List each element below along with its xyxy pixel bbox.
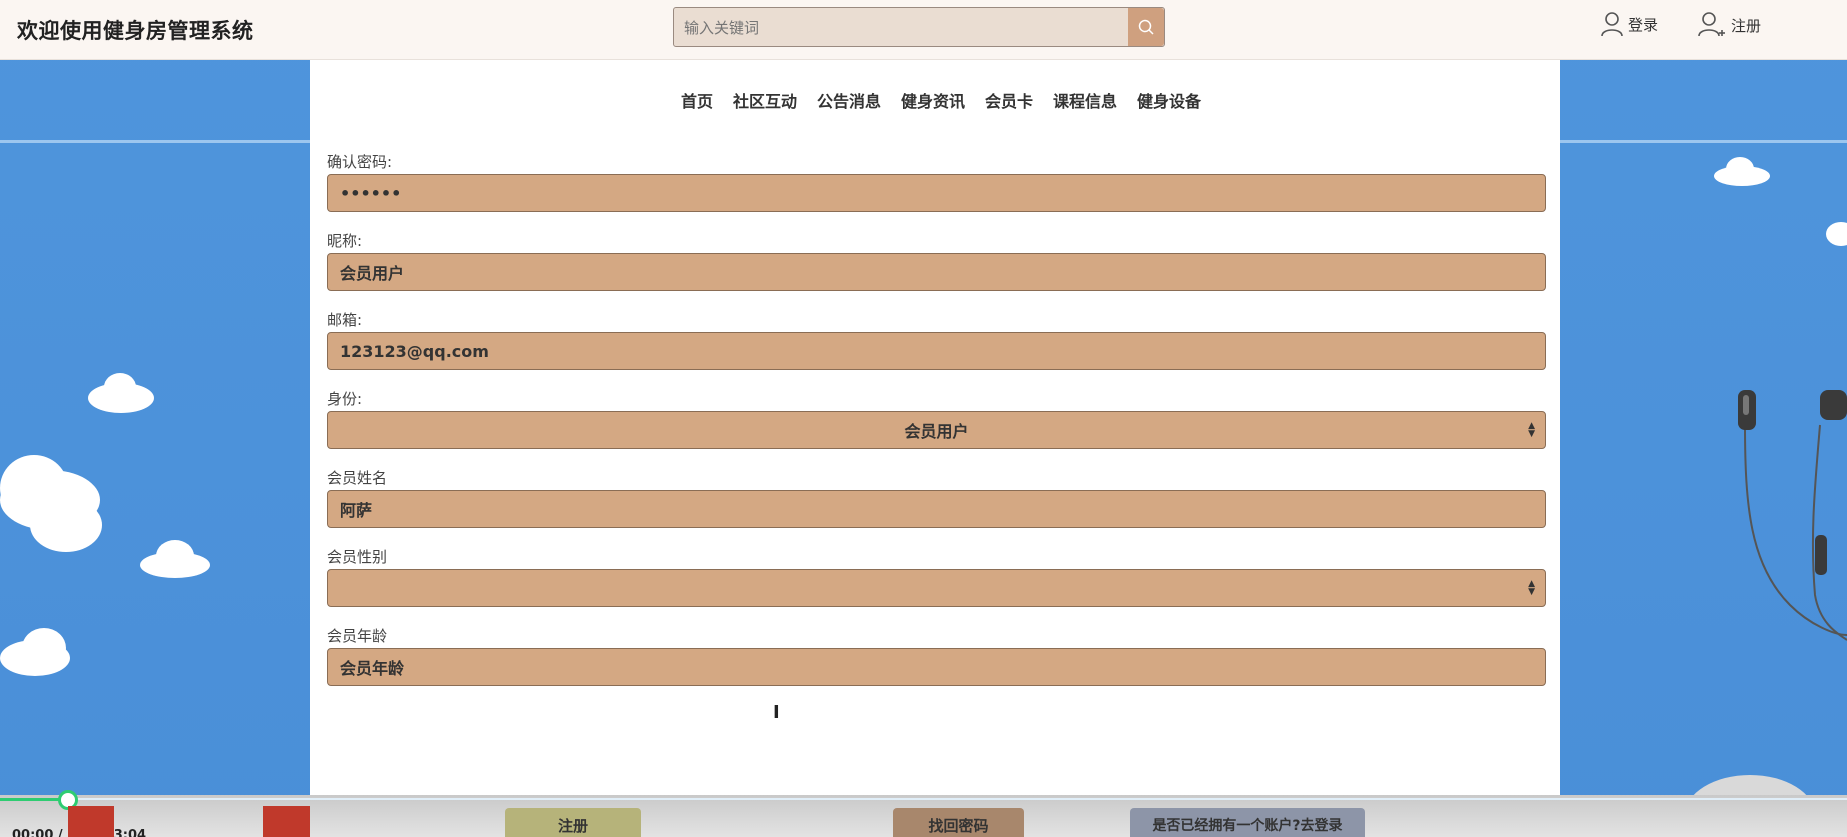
nickname-input[interactable]: 会员用户 [327,253,1546,291]
field-label: 邮箱: [327,311,363,329]
nav-item-courses[interactable]: 课程信息 [1053,88,1117,112]
nav-item-announcements[interactable]: 公告消息 [817,88,881,112]
earbuds-image [1738,390,1847,641]
member-gender-select[interactable]: ▲ ▼ [327,569,1546,607]
member-age-field: 会员年龄 会员年龄 [327,624,1546,686]
red-block [68,806,114,837]
cloud [22,628,66,668]
field-label: 会员年龄 [327,627,388,645]
nav-item-community[interactable]: 社区互动 [733,88,797,112]
top-header: 欢迎使用健身房管理系统 登录 注册 [0,0,1847,60]
role-select[interactable]: 会员用户 ▲ ▼ [327,411,1546,449]
site-title: 欢迎使用健身房管理系统 [17,19,254,43]
email-field: 邮箱: 123123@qq.com [327,308,1546,370]
confirm-password-field: 确认密码: •••••• [327,150,1546,212]
select-arrows-icon: ▲ ▼ [1528,579,1535,597]
field-label: 身份: [327,390,363,408]
member-age-input[interactable]: 会员年龄 [327,648,1546,686]
text-cursor-icon: I [773,702,780,723]
field-label: 会员姓名 [327,469,388,487]
register-button[interactable]: 注册 [505,808,641,837]
add-user-icon [1698,12,1725,37]
progress-track[interactable] [68,798,1847,800]
confirm-password-input[interactable]: •••••• [327,174,1546,212]
register-link[interactable]: 注册 [1697,11,1761,39]
search-button[interactable] [1128,8,1164,46]
reset-password-button[interactable]: 找回密码 [893,808,1024,837]
register-label: 注册 [1731,16,1762,35]
search-input[interactable] [684,18,1114,38]
go-login-button[interactable]: 是否已经拥有一个账户?去登录 [1130,808,1365,837]
field-label: 确认密码: [327,153,393,171]
main-panel: 首页 社区互动 公告消息 健身资讯 会员卡 课程信息 健身设备 确认密码: ••… [310,60,1560,837]
member-name-field: 会员姓名 阿萨 [327,466,1546,528]
email-input[interactable]: 123123@qq.com [327,332,1546,370]
main-nav: 首页 社区互动 公告消息 健身资讯 会员卡 课程信息 健身设备 [310,60,1560,140]
register-form: 确认密码: •••••• 昵称: 会员用户 邮箱: 123123@qq.com … [327,150,1546,703]
member-name-input[interactable]: 阿萨 [327,490,1546,528]
nav-item-membership-card[interactable]: 会员卡 [985,88,1033,112]
cloud [104,373,136,401]
nickname-field: 昵称: 会员用户 [327,229,1546,291]
cloud [1826,222,1847,246]
login-label: 登录 [1628,15,1659,34]
nav-item-fitness-news[interactable]: 健身资讯 [901,88,965,112]
cloud [1726,157,1754,181]
user-icon [1601,12,1623,37]
divider [1560,140,1847,143]
login-link[interactable]: 登录 [1600,11,1658,37]
select-arrows-icon: ▲ ▼ [1528,421,1535,439]
nav-item-home[interactable]: 首页 [681,88,713,112]
divider [0,140,310,143]
role-field: 身份: 会员用户 ▲ ▼ [327,387,1546,449]
field-label: 昵称: [327,232,363,250]
role-select-value: 会员用户 [904,422,969,441]
cloud [156,540,194,572]
search-icon [1138,19,1154,35]
nav-item-equipment[interactable]: 健身设备 [1137,88,1201,112]
field-label: 会员性别 [327,548,388,566]
cloud [30,498,102,552]
search-box [673,7,1165,47]
member-gender-field: 会员性别 ▲ ▼ [327,545,1546,607]
red-block [263,806,310,837]
